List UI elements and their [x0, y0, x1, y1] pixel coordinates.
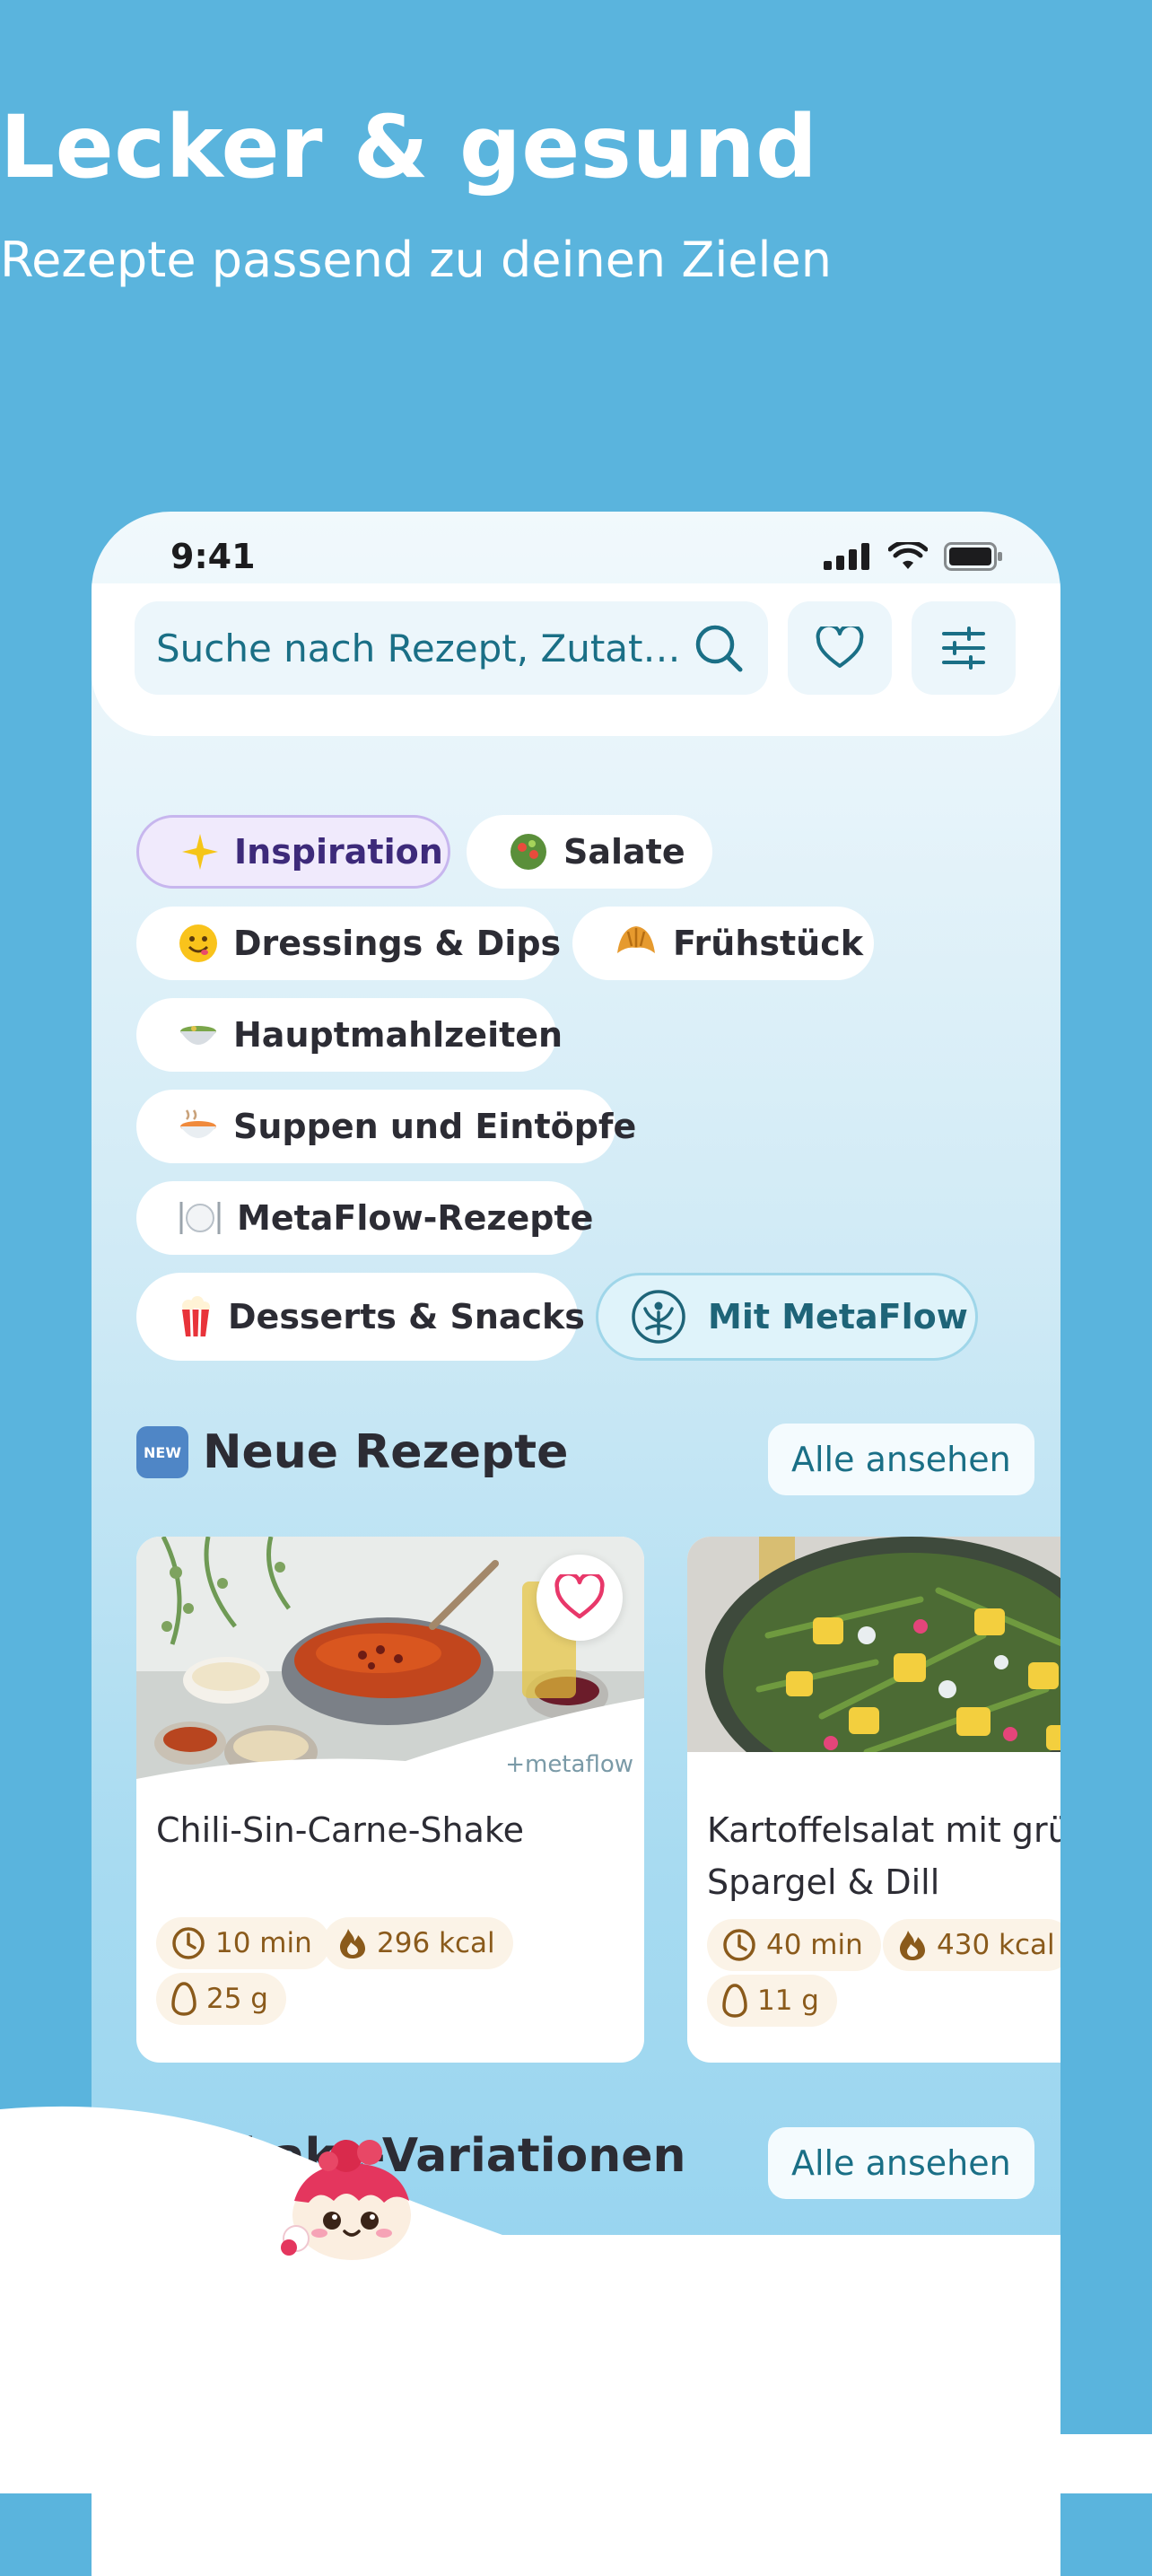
recipe-image-kartoffelsalat [687, 1537, 1060, 1788]
egg-icon [722, 1984, 747, 2018]
flame-icon [340, 1929, 365, 1958]
filter-button[interactable] [912, 601, 1016, 695]
protein-badge: 11 g [707, 1975, 837, 2027]
clock-icon [172, 1927, 205, 1959]
battery-icon [944, 542, 1002, 571]
chip-suppen[interactable]: Suppen und Eintöpfe [136, 1090, 636, 1163]
decorative-wave [0, 2100, 1152, 2493]
search-panel: Suche nach Rezept, Zutate... [92, 583, 1060, 736]
new-badge-icon: NEW [136, 1426, 188, 1478]
signal-icon [824, 543, 869, 570]
flame-icon [900, 1931, 925, 1960]
chip-metaflow-rezepte[interactable]: MetaFlow-Rezepte [136, 1181, 593, 1255]
recipe-title: Chili-Sin-Carne-Shake [156, 1810, 524, 1850]
see-all-new-recipes-button[interactable]: Alle ansehen [768, 1424, 1034, 1495]
popcorn-icon [178, 1294, 214, 1339]
search-icon[interactable] [693, 622, 745, 674]
wifi-icon [888, 542, 928, 569]
recipe-card[interactable]: +metaflow Chili-Sin-Carne-Shake 10 min 2… [136, 1537, 644, 2063]
favorite-button[interactable] [537, 1555, 623, 1641]
chip-inspiration[interactable]: Inspiration [136, 815, 450, 889]
plate-cutlery-icon [178, 1196, 223, 1240]
search-placeholder: Suche nach Rezept, Zutate... [156, 626, 693, 670]
chip-fruehstueck[interactable]: Frühstück [572, 907, 874, 980]
chip-dressings[interactable]: Dressings & Dips [136, 907, 561, 980]
chip-desserts[interactable]: Desserts & Snacks [136, 1273, 585, 1361]
croissant-icon [614, 921, 659, 966]
sliders-icon [942, 626, 985, 670]
chip-hauptmahlzeiten[interactable]: Hauptmahlzeiten [136, 998, 563, 1072]
hero-subtitle: Rezepte passend zu deinen Zielen [0, 232, 832, 288]
search-input[interactable]: Suche nach Rezept, Zutate... [135, 601, 768, 695]
kcal-badge: 430 kcal [883, 1919, 1060, 1971]
favorites-button[interactable] [788, 601, 892, 695]
heart-icon [554, 1574, 605, 1619]
metaflow-logo-icon [631, 1289, 686, 1345]
chip-salate[interactable]: Salate [467, 815, 712, 889]
soup-icon [178, 1104, 219, 1149]
dessert-mascot-icon [269, 2129, 422, 2264]
clock-icon [723, 1929, 755, 1961]
salad-icon [508, 829, 549, 874]
hero-title: Lecker & gesund [0, 97, 818, 197]
time-badge: 10 min [156, 1917, 330, 1969]
heart-icon [816, 626, 864, 668]
new-recipes-title: NEW Neue Rezepte [136, 1425, 568, 1479]
recipe-title: Kartoffelsalat mit grün Spargel & Dill [707, 1810, 1060, 1902]
chip-mit-metaflow[interactable]: Mit MetaFlow [596, 1273, 978, 1361]
smiley-icon [178, 921, 219, 966]
protein-badge: 25 g [156, 1973, 286, 2025]
metaflow-watermark: +metaflow [505, 1751, 633, 1778]
time-badge: 40 min [707, 1919, 881, 1971]
egg-icon [171, 1982, 196, 2016]
bowl-icon [178, 1012, 219, 1057]
status-time: 9:41 [170, 537, 256, 576]
sparkles-icon [180, 829, 220, 874]
kcal-badge: 296 kcal [323, 1917, 513, 1969]
recipe-card[interactable]: Kartoffelsalat mit grün Spargel & Dill 4… [687, 1537, 1060, 2063]
